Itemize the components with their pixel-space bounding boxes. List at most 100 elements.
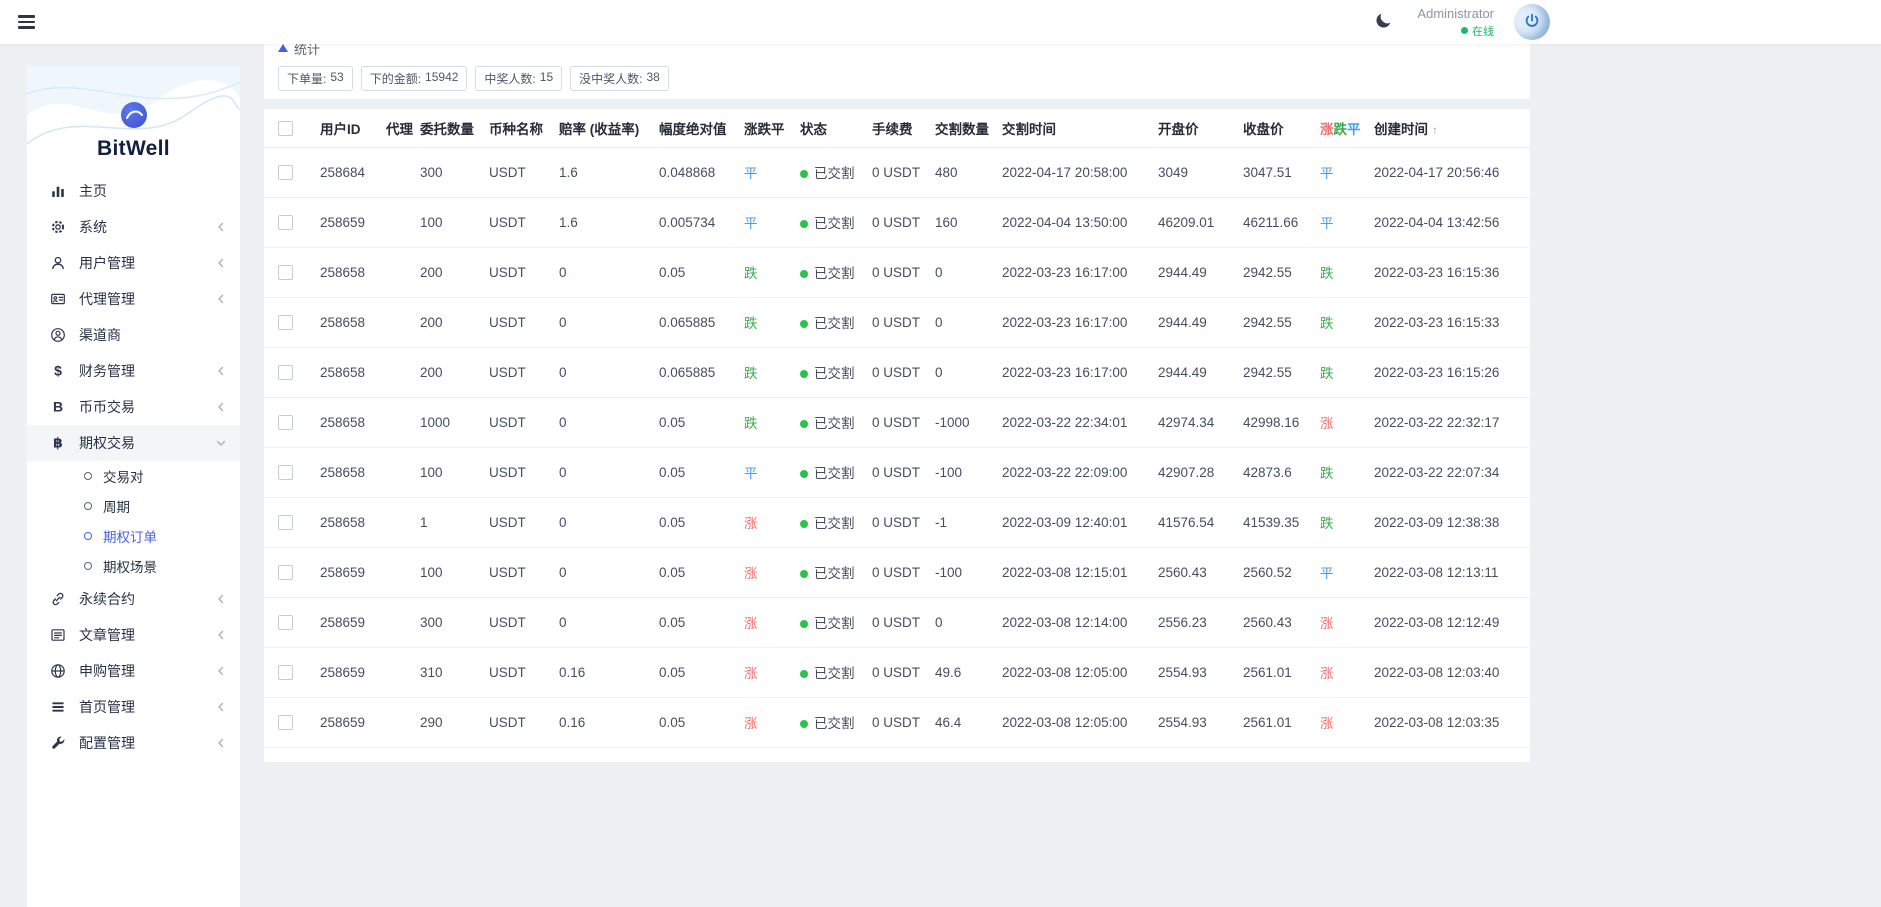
cell-status: 已交割 (797, 147, 869, 197)
sidebar-item-label: 币币交易 (79, 397, 215, 417)
direction-value: 跌 (744, 316, 758, 331)
cell-open: 46209.01 (1155, 197, 1240, 247)
select-all-checkbox[interactable] (278, 121, 293, 136)
col-header-label: 状态 (800, 122, 827, 137)
menu-toggle-button[interactable] (14, 9, 39, 34)
table-row: 258659100USDT00.05涨已交割0 USDT-1002022-03-… (264, 547, 1530, 597)
sidebar-item-12[interactable]: 首页管理 (27, 689, 240, 725)
sidebar-item-2[interactable]: 系统 (27, 209, 240, 245)
cell-agent (383, 547, 417, 597)
sidebar-item-6[interactable]: $财务管理 (27, 353, 240, 389)
col-header-select[interactable] (264, 109, 317, 147)
cell-fee: 0 USDT (869, 197, 932, 247)
cell-coin: USDT (486, 547, 556, 597)
row-checkbox[interactable] (278, 365, 293, 380)
row-checkbox[interactable] (278, 215, 293, 230)
row-checkbox[interactable] (278, 715, 293, 730)
cell-result: 平 (1317, 197, 1371, 247)
status-dot-icon (800, 270, 808, 278)
cell-result: 涨 (1317, 597, 1371, 647)
row-checkbox[interactable] (278, 565, 293, 580)
col-header-label: 开盘价 (1158, 122, 1199, 137)
sidebar-item-3[interactable]: 用户管理 (27, 245, 240, 281)
sidebar-item-label: 永续合约 (79, 589, 215, 609)
row-checkbox[interactable] (278, 315, 293, 330)
stat-badge-label: 下单量: (287, 70, 326, 87)
chevron-left-icon (215, 701, 227, 713)
cell-odds: 1.6 (556, 197, 656, 247)
orders-table-card: 用户ID代理委托数量币种名称赔率 (收益率)幅度绝对值涨跌平状态手续费交割数量交… (264, 109, 1530, 762)
sidebar-item-11[interactable]: 申购管理 (27, 653, 240, 689)
sidebar-item-5[interactable]: 渠道商 (27, 317, 240, 353)
gear-icon (49, 219, 66, 236)
sidebar-item-4[interactable]: 代理管理 (27, 281, 240, 317)
bitcoin-icon: ฿ (49, 435, 66, 452)
row-checkbox[interactable] (278, 515, 293, 530)
cell-settle_time: 2022-03-08 12:15:01 (999, 547, 1155, 597)
cell-status: 已交割 (797, 397, 869, 447)
sidebar-item-10[interactable]: 文章管理 (27, 617, 240, 653)
status-label: 已交割 (814, 566, 855, 581)
row-checkbox[interactable] (278, 165, 293, 180)
cell-amount: 100 (417, 197, 486, 247)
cell-coin: USDT (486, 147, 556, 197)
sidebar-item-label: 首页管理 (79, 697, 215, 717)
sidebar-item-13[interactable]: 配置管理 (27, 725, 240, 761)
sidebar-item-9[interactable]: 永续合约 (27, 581, 240, 617)
cell-status: 已交割 (797, 647, 869, 697)
cell-result: 平 (1317, 147, 1371, 197)
cell-close: 42998.16 (1240, 397, 1317, 447)
dollar-icon: $ (49, 363, 66, 380)
chevron-left-icon (215, 293, 227, 305)
sidebar-item-7[interactable]: B币币交易 (27, 389, 240, 425)
sidebar-subitem[interactable]: 交易对 (27, 461, 240, 491)
cell-amount: 1000 (417, 397, 486, 447)
main-content: 统计 下单量:53下的金额:15942中奖人数:15没中奖人数:38 用户ID代… (264, 44, 1530, 907)
col-header-label: 赔率 (收益率) (559, 122, 639, 137)
stats-icon (278, 44, 288, 52)
cell-range: 0.048868 (656, 147, 741, 197)
row-checkbox[interactable] (278, 415, 293, 430)
sidebar-subitem[interactable]: 期权订单 (27, 521, 240, 551)
online-dot-icon (1461, 27, 1468, 34)
col-header-dir: 涨跌平 (741, 109, 797, 147)
direction-value: 平 (744, 166, 758, 181)
sidebar-item-1[interactable]: 主页 (27, 173, 240, 209)
cell-agent (383, 347, 417, 397)
cell-amount: 100 (417, 547, 486, 597)
status-dot-icon (800, 720, 808, 728)
direction-value: 跌 (744, 366, 758, 381)
cell-created: 2022-03-08 12:03:35 (1371, 697, 1530, 747)
col-header-odds: 赔率 (收益率) (556, 109, 656, 147)
cell-odds: 0 (556, 297, 656, 347)
admin-user-menu[interactable]: Administrator 在线 (1417, 6, 1494, 39)
sidebar-item-8[interactable]: ฿期权交易 (27, 425, 240, 461)
col-header-created[interactable]: 创建时间↑ (1371, 109, 1530, 147)
status-dot-icon (800, 520, 808, 528)
col-header-status: 状态 (797, 109, 869, 147)
chevron-left-icon (215, 221, 227, 233)
cell-amount: 100 (417, 447, 486, 497)
row-checkbox[interactable] (278, 265, 293, 280)
result-value: 涨 (1320, 616, 1334, 631)
logout-power-button[interactable] (1514, 4, 1550, 40)
cell-coin: USDT (486, 247, 556, 297)
cell-close: 41539.35 (1240, 497, 1317, 547)
cell-result: 跌 (1317, 247, 1371, 297)
col-header-label: 收盘价 (1243, 122, 1284, 137)
sidebar-subitem[interactable]: 周期 (27, 491, 240, 521)
cell-range: 0.05 (656, 547, 741, 597)
row-checkbox[interactable] (278, 465, 293, 480)
cell-created: 2022-03-08 12:13:11 (1371, 547, 1530, 597)
cell-settle_time: 2022-03-22 22:34:01 (999, 397, 1155, 447)
status-dot-icon (800, 670, 808, 678)
user-icon (49, 255, 66, 272)
dark-mode-button[interactable] (1370, 7, 1397, 37)
row-checkbox[interactable] (278, 615, 293, 630)
cell-range: 0.05 (656, 447, 741, 497)
sidebar-subitem[interactable]: 期权场景 (27, 551, 240, 581)
cell-settle_time: 2022-04-04 13:50:00 (999, 197, 1155, 247)
cell-odds: 0 (556, 447, 656, 497)
person-circle-icon (49, 327, 66, 344)
row-checkbox[interactable] (278, 665, 293, 680)
